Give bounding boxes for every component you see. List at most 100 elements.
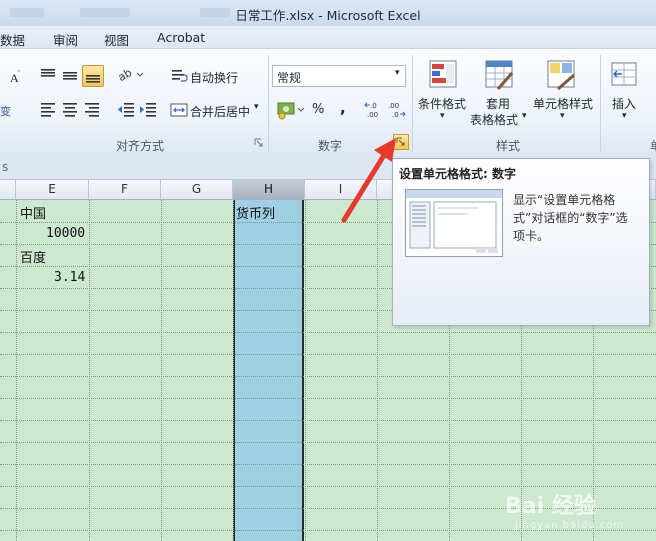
align-right-button[interactable] — [82, 99, 102, 119]
ribbon-tabs: 数据 审阅 视图 Acrobat — [0, 26, 656, 48]
font-size-button[interactable]: Aˆ — [0, 67, 22, 87]
percent-style-button[interactable]: % — [312, 102, 324, 117]
format-as-table-button[interactable]: 套用 表格格式 ▾ — [470, 55, 530, 133]
chevron-down-icon: ▾ — [395, 68, 400, 78]
format-table-label-2: 表格格式 — [470, 113, 519, 127]
svg-text:.0: .0 — [392, 111, 399, 119]
merge-center-icon — [170, 103, 188, 117]
number-format-value: 常规 — [277, 71, 302, 85]
align-center-icon — [63, 103, 77, 117]
gridline-v — [161, 200, 162, 541]
window-title: 日常工作.xlsx - Microsoft Excel — [235, 8, 421, 23]
chevron-down-icon: ▾ — [440, 111, 445, 121]
merge-center-label: 合并后居中 — [190, 105, 251, 119]
orientation-button[interactable]: ab — [116, 65, 144, 85]
accounting-format-button[interactable] — [276, 99, 306, 121]
cell-e1[interactable]: 中国 — [20, 203, 46, 222]
column-header-h[interactable]: H — [233, 180, 305, 199]
selected-column-h[interactable] — [233, 200, 304, 541]
align-center-button[interactable] — [60, 99, 80, 119]
group-separator — [412, 55, 413, 153]
cell-e4[interactable]: 3.14 — [54, 270, 85, 285]
cell-e3[interactable]: 百度 — [20, 247, 46, 266]
group-separator — [600, 55, 601, 153]
chevron-down-icon: ▾ — [254, 102, 259, 112]
align-left-button[interactable] — [38, 99, 58, 119]
gridline-v — [377, 200, 378, 541]
styles-group-label: 样式 — [496, 139, 521, 153]
watermark-brand: Bai 经验 — [505, 494, 596, 519]
increase-decimal-icon: .0.00 — [364, 102, 378, 119]
cell-h1[interactable]: 货币列 — [236, 203, 275, 222]
svg-text:ˆ: ˆ — [17, 70, 21, 78]
comma-style-button[interactable]: , — [340, 99, 346, 117]
svg-text:.00: .00 — [367, 111, 378, 119]
cell-e2[interactable]: 10000 — [46, 226, 85, 241]
increase-indent-button[interactable] — [138, 99, 158, 119]
format-table-label-1: 套用 — [486, 97, 511, 111]
currency-icon — [277, 102, 305, 120]
title-bar: 日常工作.xlsx - Microsoft Excel — [0, 0, 656, 26]
tab-acrobat[interactable]: Acrobat — [157, 30, 205, 45]
merge-center-button[interactable]: 合并后居中 ▾ — [168, 99, 268, 121]
tab-data[interactable]: 数据 — [0, 30, 25, 49]
cell-styles-label: 单元格样式 — [533, 97, 594, 111]
align-middle-button[interactable] — [60, 65, 80, 85]
wrap-text-icon — [172, 70, 188, 82]
align-top-button[interactable] — [38, 65, 58, 85]
increase-decimal-button[interactable]: .0.00 — [364, 99, 384, 121]
gridline-h — [0, 332, 656, 333]
align-top-icon — [41, 69, 55, 77]
screen-tip-title: 设置单元格格式: 数字 — [399, 167, 516, 181]
increase-indent-icon — [140, 103, 156, 117]
column-header-e[interactable]: E — [16, 180, 89, 199]
gridline-h — [0, 376, 656, 377]
column-header-f[interactable]: F — [89, 180, 161, 199]
gridline-v — [89, 200, 90, 541]
column-header-partial[interactable] — [0, 180, 16, 199]
cell-styles-icon — [547, 60, 575, 91]
gridline-v — [16, 200, 17, 541]
align-bottom-button[interactable] — [82, 65, 104, 87]
group-separator — [268, 55, 269, 153]
insert-cells-label: 插入 — [612, 97, 637, 111]
gridline-h — [0, 420, 656, 421]
decrease-decimal-button[interactable]: .00.0 — [386, 99, 406, 121]
tab-view[interactable]: 视图 — [104, 30, 129, 49]
gridline-v — [305, 200, 306, 541]
cell-styles-button[interactable]: 单元格样式 ▾ — [530, 55, 596, 133]
alignment-group-label: 对齐方式 — [116, 139, 165, 153]
gridline-v — [233, 200, 234, 541]
font-a-icon: Aˆ — [10, 70, 21, 85]
screen-tip-description: 显示“设置单元格格式”对话框的“数字”选项卡。 — [513, 193, 628, 243]
align-bottom-icon — [86, 75, 100, 83]
tab-review[interactable]: 审阅 — [53, 30, 78, 49]
text-direction-icon: 变 — [0, 104, 11, 118]
orientation-icon: ab — [116, 66, 144, 84]
conditional-formatting-icon — [429, 60, 457, 88]
text-direction-button[interactable]: 变 — [0, 101, 14, 119]
ribbon: Aˆ 变 ab 自动换行 合并后居中 ▾ 对齐方式 常规 ▾ % , .0 .0… — [0, 48, 656, 158]
insert-cells-button[interactable]: 插入 ▾ — [604, 55, 650, 133]
align-left-icon — [41, 103, 55, 117]
chevron-down-icon: ▾ — [560, 111, 565, 121]
insert-cells-icon — [611, 62, 637, 86]
number-format-select[interactable]: 常规 ▾ — [272, 65, 406, 87]
svg-text:.00: .00 — [388, 102, 399, 110]
format-cells-dialog-thumbnail-icon — [406, 190, 502, 253]
wrap-text-button[interactable]: 自动换行 — [168, 65, 268, 87]
screen-tip: 设置单元格格式: 数字 显示“设置单元格格式”对话框的“数字”选项卡。 — [392, 158, 650, 326]
svg-text:ab: ab — [116, 66, 134, 84]
chevron-down-icon: ▾ — [622, 111, 627, 121]
baidu-watermark: Bai 经验 jingyan.baidu.com — [505, 488, 624, 531]
gridline-h — [0, 464, 656, 465]
wrap-text-label: 自动换行 — [190, 71, 239, 85]
dialog-launcher-icon — [254, 138, 263, 147]
column-header-g[interactable]: G — [161, 180, 233, 199]
decrease-indent-button[interactable] — [116, 99, 136, 119]
alignment-launcher-button[interactable] — [254, 137, 266, 149]
gridline-h — [0, 354, 656, 355]
gridline-h — [0, 398, 656, 399]
conditional-formatting-button[interactable]: 条件格式 ▾ — [416, 55, 472, 133]
cells-group-label: 单 — [650, 137, 656, 154]
